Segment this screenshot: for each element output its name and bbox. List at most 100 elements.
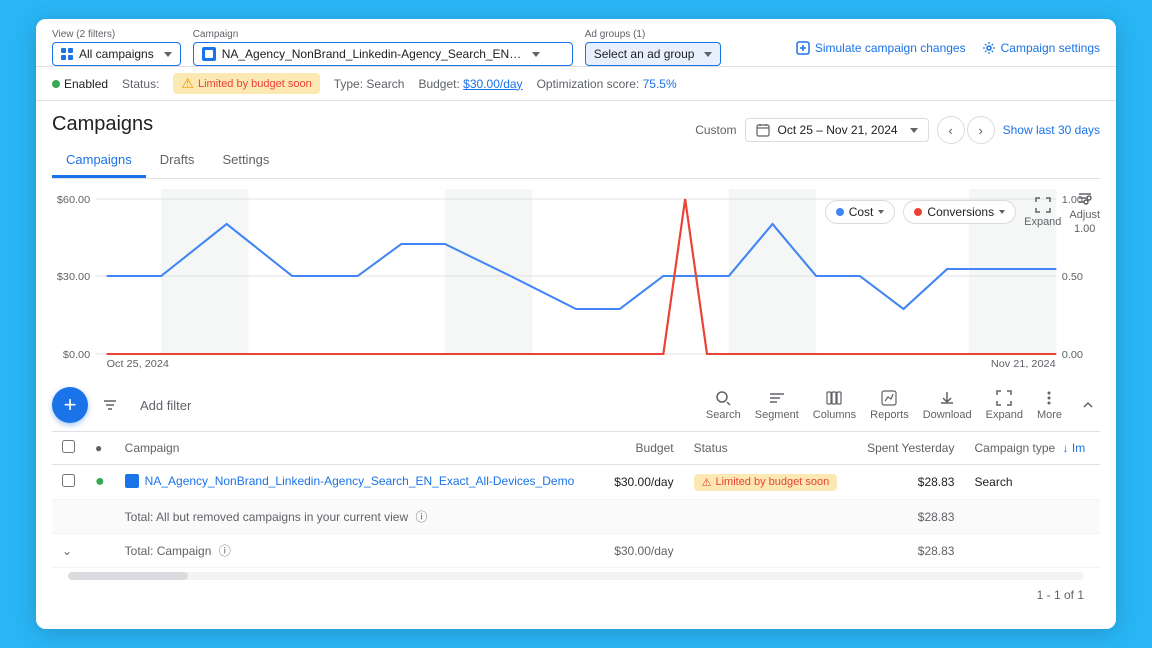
view-label: View (2 filters) [52, 29, 181, 40]
total-campaign-spent: $28.83 [853, 534, 964, 568]
adgroup-select-group: Ad groups (1) Select an ad group [585, 29, 722, 66]
scroll-bar[interactable] [68, 572, 188, 580]
expand-toolbar-btn[interactable]: Expand [986, 389, 1023, 421]
cost-label: Cost [849, 205, 874, 219]
segment-icon [768, 389, 786, 407]
adgroup-select-box[interactable]: Select an ad group [585, 42, 722, 66]
svg-text:0.00: 0.00 [1062, 350, 1083, 361]
chart-controls: Cost Conversions Expand [825, 189, 1100, 235]
select-all-checkbox[interactable] [62, 440, 75, 453]
opt-score-value: 75.5% [643, 77, 677, 91]
row-status-dot-cell: ● [85, 465, 115, 500]
total-campaign-budget: $30.00/day [601, 534, 683, 568]
sort-icon[interactable]: ↓ Im [1063, 441, 1086, 455]
tab-settings[interactable]: Settings [208, 144, 283, 178]
expand-toolbar-icon [995, 389, 1013, 407]
view-filter-chevron [164, 52, 172, 57]
adjust-value: 1.00 [1074, 223, 1095, 235]
svg-text:$30.00: $30.00 [57, 272, 91, 283]
campaign-value: NA_Agency_NonBrand_Linkedin-Agency_Searc… [222, 47, 522, 61]
date-controls: Custom Oct 25 – Nov 21, 2024 ‹ › Show la… [695, 116, 1100, 144]
settings-icon [982, 41, 996, 55]
simulate-link[interactable]: Simulate campaign changes [796, 41, 966, 55]
row-checkbox[interactable] [62, 474, 75, 487]
th-spent-yesterday: Spent Yesterday [853, 432, 964, 465]
total-campaign-label: Total: Campaign ⓘ [115, 534, 602, 568]
date-next-btn[interactable]: › [967, 116, 995, 144]
th-budget: Budget [601, 432, 683, 465]
conversions-label: Conversions [927, 205, 994, 219]
view-filter-select[interactable]: All campaigns [52, 42, 181, 66]
th-campaign-type: Campaign type ↓ Im [964, 432, 1100, 465]
date-picker-chevron [910, 128, 918, 133]
row-campaign-cell: NA_Agency_NonBrand_Linkedin-Agency_Searc… [115, 465, 602, 500]
row-status-cell: ⚠ Limited by budget soon [684, 465, 854, 500]
adjust-icon [1076, 189, 1094, 207]
th-status-indicator: ● [85, 432, 115, 465]
campaign-name-link[interactable]: NA_Agency_NonBrand_Linkedin-Agency_Searc… [145, 474, 575, 488]
settings-link[interactable]: Campaign settings [982, 41, 1100, 55]
download-icon [938, 389, 956, 407]
th-status: Status [684, 432, 854, 465]
adjust-chart-btn[interactable]: Adjust 1.00 [1069, 189, 1100, 235]
svg-text:Oct 25, 2024: Oct 25, 2024 [107, 359, 170, 369]
status-bar: Enabled Status: ⚠ Limited by budget soon… [36, 67, 1116, 101]
cost-btn[interactable]: Cost [825, 200, 896, 224]
adgroup-label: Ad groups (1) [585, 29, 722, 40]
filter-icon-btn[interactable] [96, 391, 124, 419]
row-budget-cell: $30.00/day [601, 465, 683, 500]
svg-text:Nov 21, 2024: Nov 21, 2024 [991, 359, 1056, 369]
expand-total-btn[interactable]: ⌄ [62, 544, 72, 558]
custom-label: Custom [695, 123, 736, 137]
campaign-select-group: Campaign NA_Agency_NonBrand_Linkedin-Age… [193, 29, 573, 66]
row-spent-cell: $28.83 [853, 465, 964, 500]
tab-drafts[interactable]: Drafts [146, 144, 209, 178]
tab-campaigns[interactable]: Campaigns [52, 144, 146, 178]
segment-btn[interactable]: Segment [755, 389, 799, 421]
type-label: Type: Search [334, 77, 405, 91]
columns-btn[interactable]: Columns [813, 389, 856, 421]
enabled-status: Enabled [52, 77, 108, 91]
collapse-btn[interactable] [1076, 393, 1100, 417]
th-campaign: Campaign [115, 432, 602, 465]
settings-label: Campaign settings [1001, 41, 1100, 55]
campaign-chevron [532, 52, 540, 57]
reports-btn[interactable]: Reports [870, 389, 909, 421]
download-btn[interactable]: Download [923, 389, 972, 421]
adgroup-value: Select an ad group [594, 47, 695, 61]
date-prev-btn[interactable]: ‹ [937, 116, 965, 144]
svg-text:$60.00: $60.00 [57, 195, 91, 206]
total-all-spent: $28.83 [853, 500, 964, 534]
total-all-budget [601, 500, 683, 534]
budget-link[interactable]: $30.00/day [463, 77, 522, 91]
simulate-icon [796, 41, 810, 55]
campaign-label: Campaign [193, 29, 573, 40]
conversions-dot [914, 208, 922, 216]
calendar-icon [756, 123, 770, 137]
chart-container: Cost Conversions Expand [52, 179, 1100, 379]
toolbar-right: Search Segment Columns [706, 389, 1100, 421]
svg-text:$0.00: $0.00 [63, 350, 90, 361]
search-icon [714, 389, 732, 407]
adgroup-chevron [704, 52, 712, 57]
table-row: ● NA_Agency_NonBrand_Linkedin-Agency_Sea… [52, 465, 1100, 500]
cost-chevron [878, 210, 884, 214]
total-all-info-icon: ⓘ [415, 510, 427, 524]
expand-chart-btn[interactable]: Expand [1024, 196, 1061, 228]
date-picker[interactable]: Oct 25 – Nov 21, 2024 [745, 118, 929, 142]
view-filter-value: All campaigns [79, 47, 154, 61]
status-label: Status: [122, 77, 159, 91]
more-btn[interactable]: More [1037, 389, 1062, 421]
status-warn-badge: ⚠ Limited by budget soon [173, 73, 319, 94]
top-bar: View (2 filters) All campaigns Campaign … [36, 19, 1116, 67]
add-button[interactable]: + [52, 387, 88, 423]
show-last-btn[interactable]: Show last 30 days [1003, 123, 1100, 137]
table-header-row: ● Campaign Budget Status Spent Yesterday [52, 432, 1100, 465]
search-toolbar-btn[interactable]: Search [706, 389, 741, 421]
campaign-select-box[interactable]: NA_Agency_NonBrand_Linkedin-Agency_Searc… [193, 42, 573, 66]
conversions-btn[interactable]: Conversions [903, 200, 1016, 224]
row-checkbox-cell [52, 465, 85, 500]
campaigns-table: ● Campaign Budget Status Spent Yesterday [52, 432, 1100, 568]
toolbar: + Add filter Search [52, 379, 1100, 432]
add-filter-btn[interactable]: Add filter [132, 394, 199, 417]
